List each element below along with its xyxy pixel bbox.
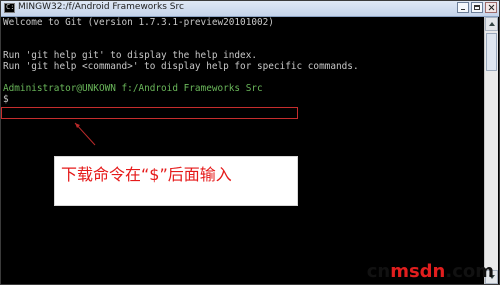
window-title: MINGW32:/f/Android Frameworks Src (18, 2, 184, 12)
scroll-up-arrow-icon[interactable] (485, 17, 498, 31)
annotation-callout: 下载命令在“$”后面输入 (54, 156, 298, 206)
terminal-icon[interactable]: C:\ (4, 3, 19, 13)
close-button[interactable] (485, 2, 497, 13)
watermark-part2: msdn (390, 261, 446, 282)
vertical-scrollbar[interactable] (484, 17, 498, 284)
scrollbar-thumb[interactable] (486, 33, 497, 71)
arrow-icon (74, 122, 96, 146)
terminal-window: C:\ MINGW32:/f/Android Frameworks Src We… (0, 0, 500, 285)
window-controls (457, 2, 497, 13)
watermark-part3: .com (445, 261, 494, 282)
console-output[interactable]: Welcome to Git (version 1.7.3.1-preview2… (1, 17, 484, 284)
minimize-button[interactable] (457, 2, 469, 13)
watermark-part1: cn (366, 261, 391, 282)
maximize-button[interactable] (471, 2, 483, 13)
callout-text: 下载命令在“$”后面输入 (61, 165, 232, 184)
title-bar[interactable]: C:\ MINGW32:/f/Android Frameworks Src (1, 1, 499, 17)
watermark: cnmsdn.com (367, 261, 494, 282)
